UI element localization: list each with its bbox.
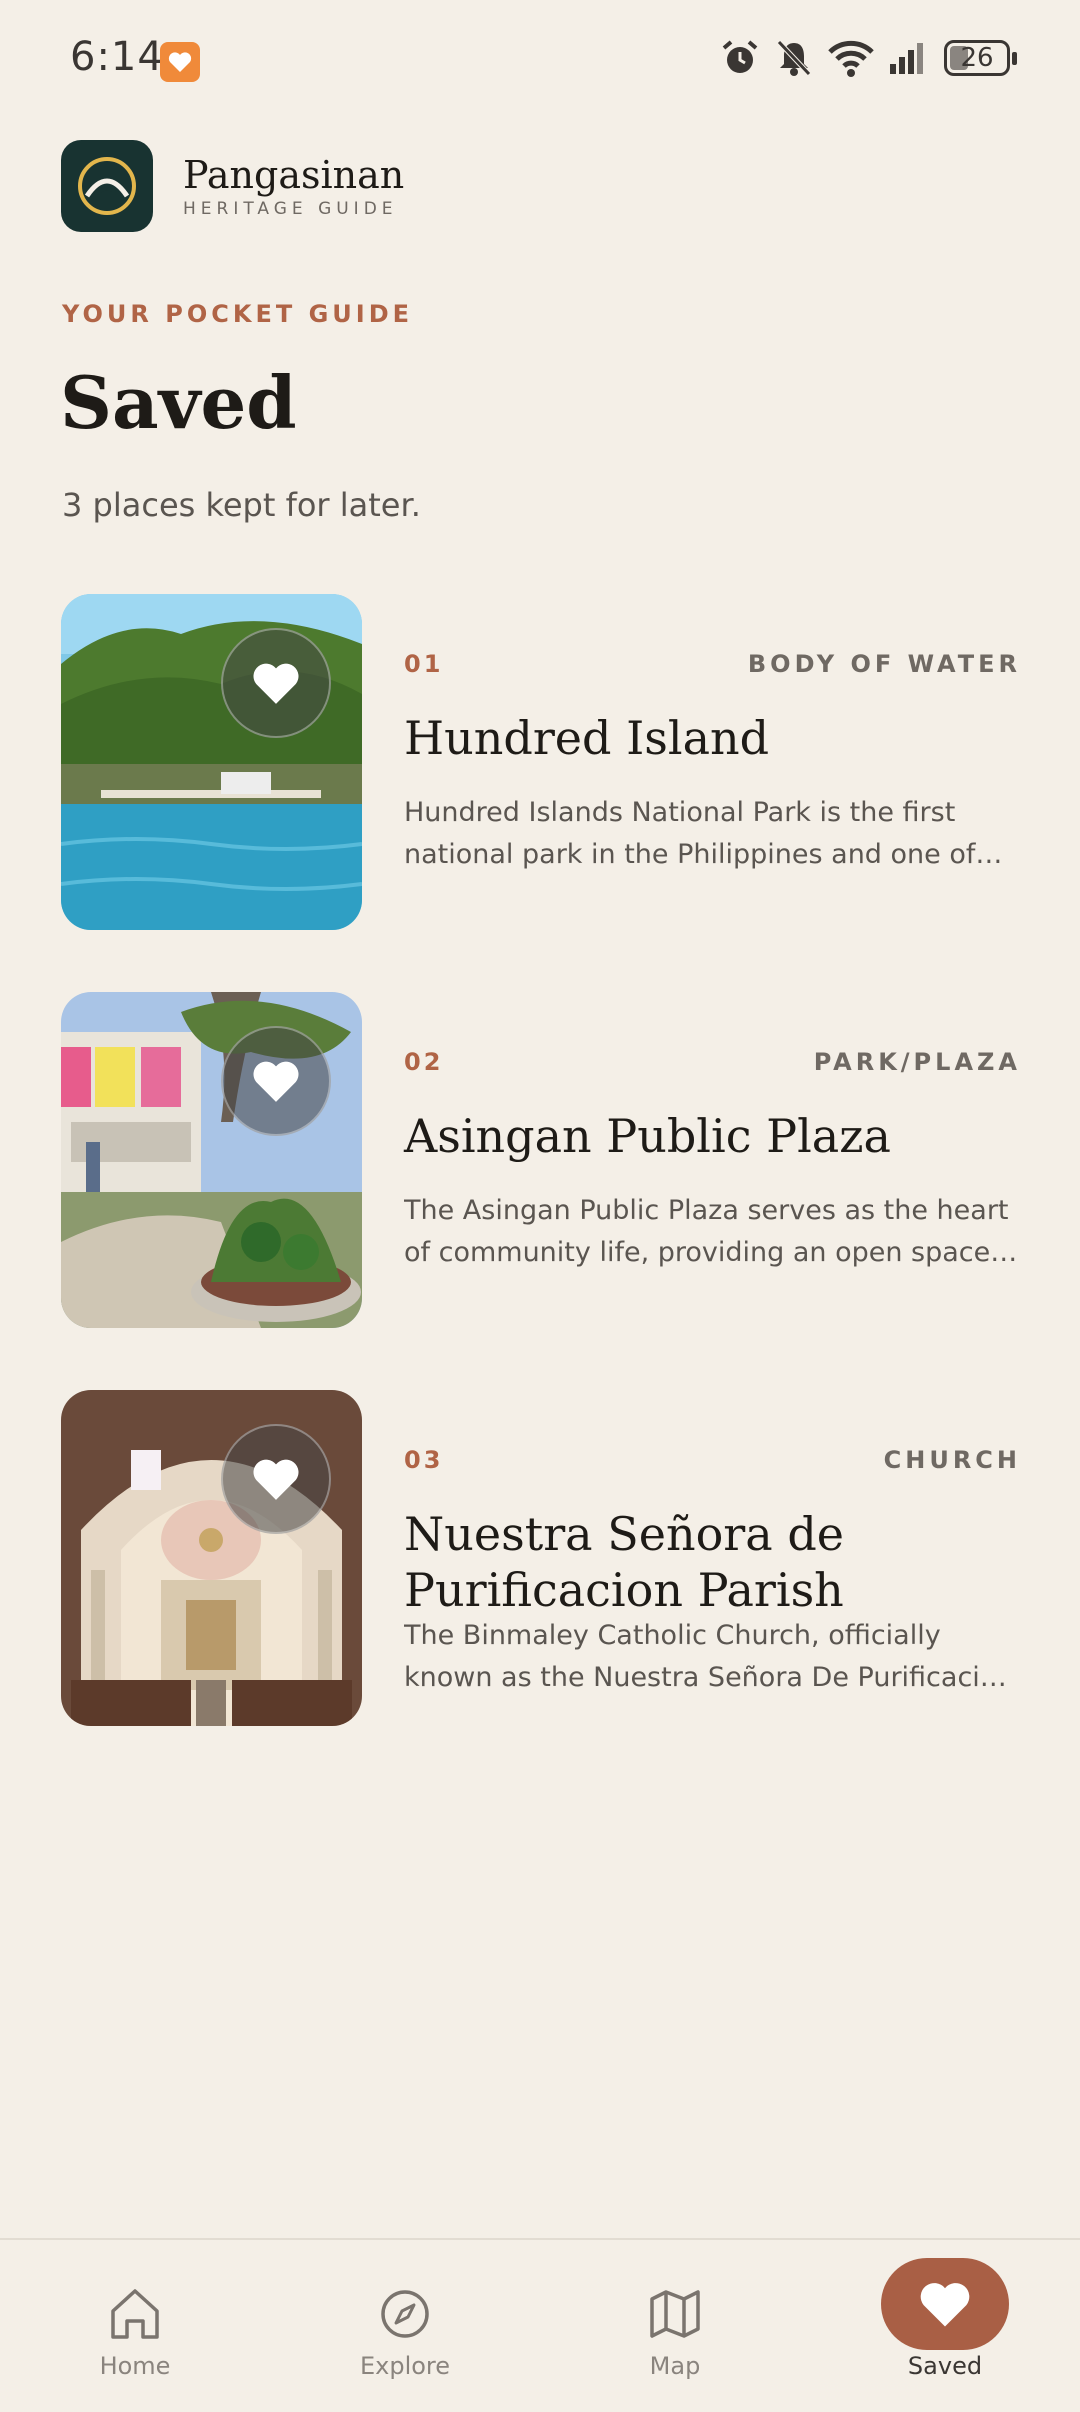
signal-icon xyxy=(890,43,923,74)
app-brand: Pangasinan HERITAGE GUIDE xyxy=(61,140,404,232)
mute-icon xyxy=(777,40,811,76)
place-category: PARK/PLAZA xyxy=(813,1048,1021,1076)
place-photo xyxy=(61,1390,362,1726)
nav-map-label: Map xyxy=(649,2352,701,2380)
nav-saved[interactable]: Saved xyxy=(810,2240,1080,2412)
heart-icon xyxy=(253,1061,299,1102)
nav-explore[interactable]: Explore xyxy=(270,2240,540,2412)
status-icons: 26 xyxy=(720,38,1017,78)
unsave-button[interactable] xyxy=(221,628,331,738)
place-number: 03 xyxy=(404,1446,444,1474)
place-name: Asingan Public Plaza xyxy=(404,1109,891,1163)
place-description: The Binmaley Catholic Church, officially… xyxy=(404,1620,1014,1693)
saved-place-card[interactable]: 03 CHURCH Nuestra Señora de Purificacion… xyxy=(61,1390,1021,1726)
place-number: 01 xyxy=(404,650,444,678)
unsave-button[interactable] xyxy=(221,1026,331,1136)
heart-icon xyxy=(253,1459,299,1500)
page-title: Saved xyxy=(60,360,297,445)
heart-icon xyxy=(920,2283,970,2327)
battery-level: 26 xyxy=(960,43,994,73)
page-subtitle: 3 places kept for later. xyxy=(62,486,421,524)
bottom-nav: Home Explore Map Saved xyxy=(0,2238,1080,2412)
status-time: 6:14 xyxy=(70,34,164,80)
nav-explore-label: Explore xyxy=(359,2352,451,2380)
place-photo xyxy=(61,594,362,930)
saved-place-card[interactable]: 02 PARK/PLAZA Asingan Public Plaza The A… xyxy=(61,992,1021,1328)
place-description: Hundred Islands National Park is the fir… xyxy=(404,797,976,870)
place-number: 02 xyxy=(404,1048,444,1076)
home-icon xyxy=(111,2289,159,2339)
place-photo xyxy=(61,992,362,1328)
saved-place-card[interactable]: 01 BODY OF WATER Hundred Island Hundred … xyxy=(61,594,1021,930)
app-logo-icon xyxy=(61,140,153,232)
nav-map[interactable]: Map xyxy=(540,2240,810,2412)
brand-subtitle: HERITAGE GUIDE xyxy=(183,199,398,219)
place-category: BODY OF WATER xyxy=(747,650,1021,678)
compass-icon xyxy=(381,2290,429,2338)
heart-icon xyxy=(253,663,299,704)
brand-name: Pangasinan xyxy=(183,153,405,197)
wifi-icon xyxy=(828,40,874,77)
nav-home[interactable]: Home xyxy=(0,2240,270,2412)
map-icon xyxy=(650,2290,700,2338)
alarm-icon xyxy=(722,40,758,73)
place-name: Nuestra Señora de Purificacion Parish xyxy=(404,1507,844,1617)
place-category: CHURCH xyxy=(883,1446,1021,1474)
nav-home-label: Home xyxy=(99,2352,171,2380)
place-description: The Asingan Public Plaza serves as the h… xyxy=(404,1195,1009,1268)
place-name: Hundred Island xyxy=(404,711,770,765)
section-kicker: YOUR POCKET GUIDE xyxy=(62,300,414,328)
nav-saved-label: Saved xyxy=(907,2352,983,2380)
status-bar: 6:14 26 xyxy=(0,0,1080,120)
unsave-button[interactable] xyxy=(221,1424,331,1534)
battery-icon: 26 xyxy=(944,40,1017,76)
app-notification-icon xyxy=(160,42,200,82)
nav-saved-indicator xyxy=(881,2258,1009,2350)
